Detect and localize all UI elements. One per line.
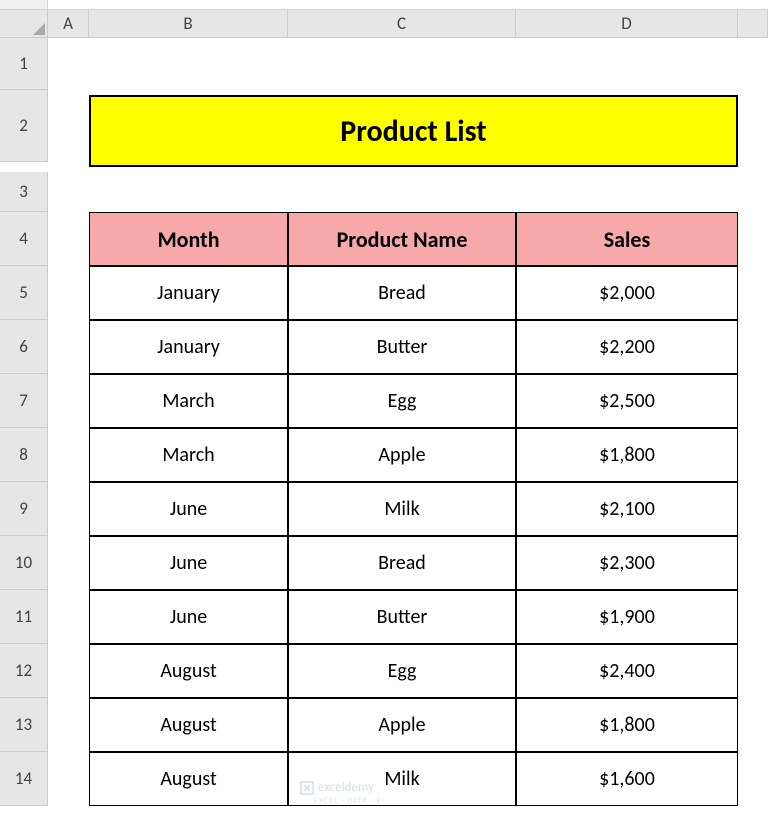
- watermark: exceldemy: [300, 780, 374, 795]
- table-row[interactable]: $2,400: [516, 644, 738, 698]
- table-row[interactable]: $1,800: [516, 698, 738, 752]
- cell[interactable]: [48, 90, 89, 162]
- table-row[interactable]: $1,800: [516, 428, 738, 482]
- table-row[interactable]: August: [89, 752, 288, 806]
- col-extra[interactable]: [738, 10, 768, 38]
- table-row[interactable]: January: [89, 266, 288, 320]
- col-D[interactable]: D: [516, 10, 738, 38]
- table-row[interactable]: Butter: [288, 590, 516, 644]
- hdr-month[interactable]: Month: [89, 212, 288, 266]
- logo-icon: [300, 781, 314, 795]
- hdr-product[interactable]: Product Name: [288, 212, 516, 266]
- cell[interactable]: [516, 172, 738, 212]
- table-row[interactable]: March: [89, 428, 288, 482]
- table-row[interactable]: June: [89, 536, 288, 590]
- cell[interactable]: [89, 38, 288, 90]
- table-row[interactable]: Bread: [288, 266, 516, 320]
- select-all[interactable]: [0, 10, 48, 38]
- table-row[interactable]: Egg: [288, 374, 516, 428]
- cell[interactable]: [48, 172, 89, 212]
- hdr-sales[interactable]: Sales: [516, 212, 738, 266]
- table-row[interactable]: $1,600: [516, 752, 738, 806]
- row-13[interactable]: 13: [0, 698, 48, 752]
- row-8[interactable]: 8: [0, 428, 48, 482]
- col-B[interactable]: B: [89, 10, 288, 38]
- table-row[interactable]: $2,500: [516, 374, 738, 428]
- watermark-sub: EXCEL · DATA · BI: [314, 796, 385, 806]
- col-C[interactable]: C: [288, 10, 516, 38]
- table-row[interactable]: $2,000: [516, 266, 738, 320]
- table-row[interactable]: Apple: [288, 698, 516, 752]
- table-row[interactable]: August: [89, 644, 288, 698]
- cell[interactable]: [288, 172, 516, 212]
- col-A[interactable]: A: [48, 10, 89, 38]
- row-9[interactable]: 9: [0, 482, 48, 536]
- table-row[interactable]: Egg: [288, 644, 516, 698]
- row-10[interactable]: 10: [0, 536, 48, 590]
- row-1[interactable]: 1: [0, 38, 48, 90]
- table-row[interactable]: August: [89, 698, 288, 752]
- table-row[interactable]: Apple: [288, 428, 516, 482]
- cell[interactable]: [48, 212, 89, 266]
- table-row[interactable]: Milk: [288, 482, 516, 536]
- table-row[interactable]: January: [89, 320, 288, 374]
- row-5[interactable]: 5: [0, 266, 48, 320]
- table-row[interactable]: Bread: [288, 536, 516, 590]
- row-4[interactable]: 4: [0, 212, 48, 266]
- spreadsheet: A B C D 1 2 Product List 3 4 Month Produ…: [0, 0, 768, 806]
- table-row[interactable]: $2,200: [516, 320, 738, 374]
- row-11[interactable]: 11: [0, 590, 48, 644]
- table-row[interactable]: $2,300: [516, 536, 738, 590]
- table-row[interactable]: June: [89, 482, 288, 536]
- cell[interactable]: [48, 38, 89, 90]
- table-row[interactable]: $2,100: [516, 482, 738, 536]
- table-row[interactable]: March: [89, 374, 288, 428]
- row-2[interactable]: 2: [0, 90, 48, 162]
- row-7[interactable]: 7: [0, 374, 48, 428]
- cell[interactable]: [516, 38, 738, 90]
- cell[interactable]: [288, 38, 516, 90]
- cell[interactable]: [89, 172, 288, 212]
- row-14[interactable]: 14: [0, 752, 48, 806]
- row-12[interactable]: 12: [0, 644, 48, 698]
- table-row[interactable]: June: [89, 590, 288, 644]
- table-row[interactable]: $1,900: [516, 590, 738, 644]
- row-3[interactable]: 3: [0, 172, 48, 212]
- table-row[interactable]: Butter: [288, 320, 516, 374]
- row-6[interactable]: 6: [0, 320, 48, 374]
- title[interactable]: Product List: [89, 95, 738, 167]
